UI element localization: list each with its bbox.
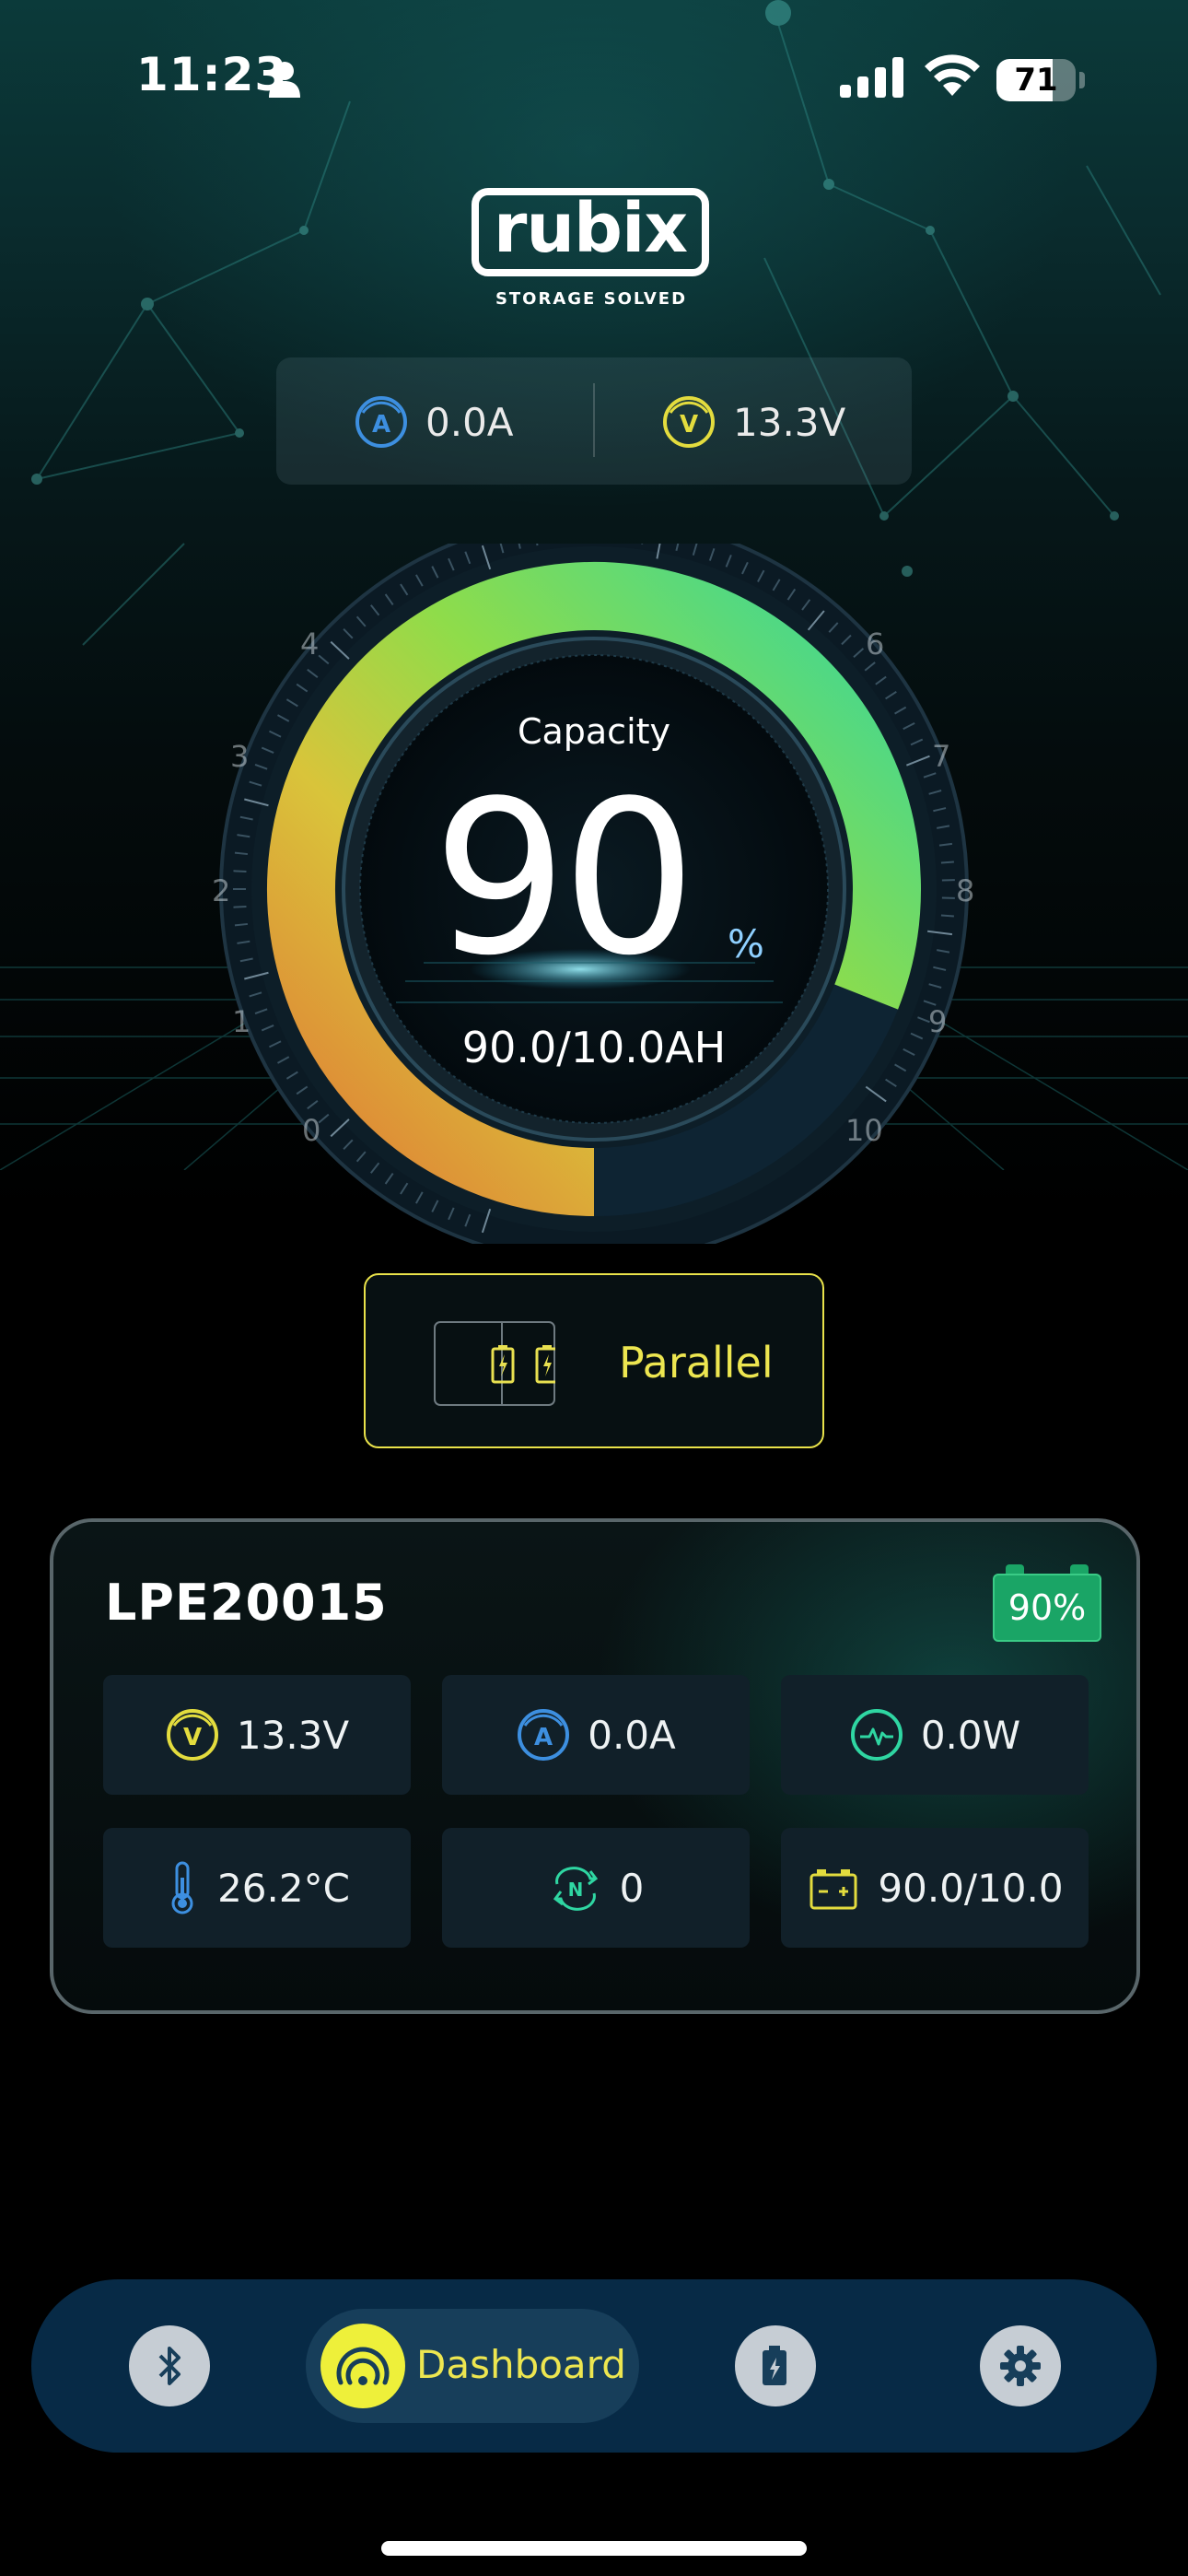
home-indicator[interactable] (381, 2541, 807, 2556)
capacity-gauge: Capacity 90 % 90.0/10.0AH 0 1 2 3 4 6 7 … (184, 544, 1004, 1244)
svg-text:N: N (567, 1879, 583, 1901)
readout-divider (593, 383, 595, 457)
connection-mode-label: Parallel (619, 1338, 774, 1388)
parallel-batteries-icon (434, 1321, 555, 1406)
svg-text:V: V (183, 1724, 202, 1751)
bottom-navigation: Dashboard (31, 2279, 1157, 2453)
thermometer-icon (171, 1861, 193, 1914)
scale-label-1: 1 (232, 1004, 251, 1039)
battery-percent-badge: 90% (993, 1574, 1101, 1642)
person-icon (269, 62, 300, 98)
voltage-readout: V 13.3V (661, 396, 845, 448)
nav-battery[interactable] (735, 2325, 816, 2406)
gear-icon (1000, 2346, 1041, 2386)
battery-status-icon: 71 (996, 59, 1076, 101)
live-readout-panel: A 0.0A V 13.3V (276, 357, 912, 485)
scale-label-8: 8 (956, 873, 975, 908)
bluetooth-icon (158, 2347, 181, 2385)
stat-capacity: 90.0/10.0 (781, 1828, 1089, 1948)
nav-dashboard-label: Dashboard (416, 2342, 626, 2387)
capacity-label: Capacity (517, 711, 671, 752)
stat-temperature: 26.2°C (103, 1828, 411, 1948)
gauge-tick (940, 861, 954, 864)
cycle-count-icon: N (553, 1867, 598, 1911)
battery-tip (1079, 72, 1085, 88)
gauge-tick (233, 870, 247, 873)
scale-label-10: 10 (845, 1113, 883, 1148)
gauge-tick (234, 851, 249, 856)
dashboard-icon (320, 2324, 405, 2408)
nav-bluetooth[interactable] (129, 2325, 210, 2406)
volt-icon: V (166, 1709, 218, 1761)
wifi-icon (925, 54, 980, 96)
cellular-signal-icon (840, 57, 903, 98)
ampere-icon: A (518, 1709, 570, 1761)
connection-mode-card[interactable]: Parallel (364, 1273, 824, 1448)
nav-settings[interactable] (980, 2325, 1061, 2406)
scale-label-4: 4 (300, 626, 320, 662)
capacity-unit: % (728, 921, 764, 966)
svg-text:V: V (680, 411, 698, 439)
dashboard-screen: 11:23 71 rubix STORAGE SOLVED A 0.0A V 1… (0, 0, 1188, 2576)
scale-label-3: 3 (230, 739, 250, 774)
volt-icon: V (663, 396, 715, 448)
scale-label-0: 0 (302, 1113, 321, 1148)
gauge-tick (234, 922, 249, 927)
scale-label-2: 2 (212, 873, 231, 908)
stat-voltage: V 13.3V (103, 1675, 411, 1795)
stat-current: A 0.0A (442, 1675, 750, 1795)
scale-label-9: 9 (928, 1004, 948, 1039)
nav-dashboard[interactable]: Dashboard (306, 2309, 639, 2423)
svg-text:A: A (372, 411, 390, 439)
gauge-tick (940, 914, 954, 918)
current-readout: A 0.0A (354, 396, 514, 448)
amp-hours-value: 90.0/10.0AH (461, 1023, 727, 1072)
scale-label-7: 7 (932, 739, 951, 774)
status-time: 11:23 (136, 48, 288, 101)
stat-power: 0.0W (781, 1675, 1089, 1795)
rubix-logo: rubix STORAGE SOLVED (470, 184, 718, 313)
scale-label-6: 6 (866, 626, 885, 662)
battery-nav-icon (763, 2346, 786, 2385)
power-pulse-icon (850, 1709, 903, 1761)
battery-capacity-icon (809, 1869, 857, 1910)
capacity-value: 90 (432, 756, 697, 1002)
ampere-icon: A (355, 396, 407, 448)
battery-device-card[interactable]: LPE20015 90% V 13.3V A 0.0A 0.0W 26.2°C … (50, 1518, 1140, 2014)
svg-text:A: A (534, 1724, 553, 1751)
device-name: LPE20015 (105, 1574, 388, 1632)
stat-cycles: N 0 (442, 1828, 750, 1948)
